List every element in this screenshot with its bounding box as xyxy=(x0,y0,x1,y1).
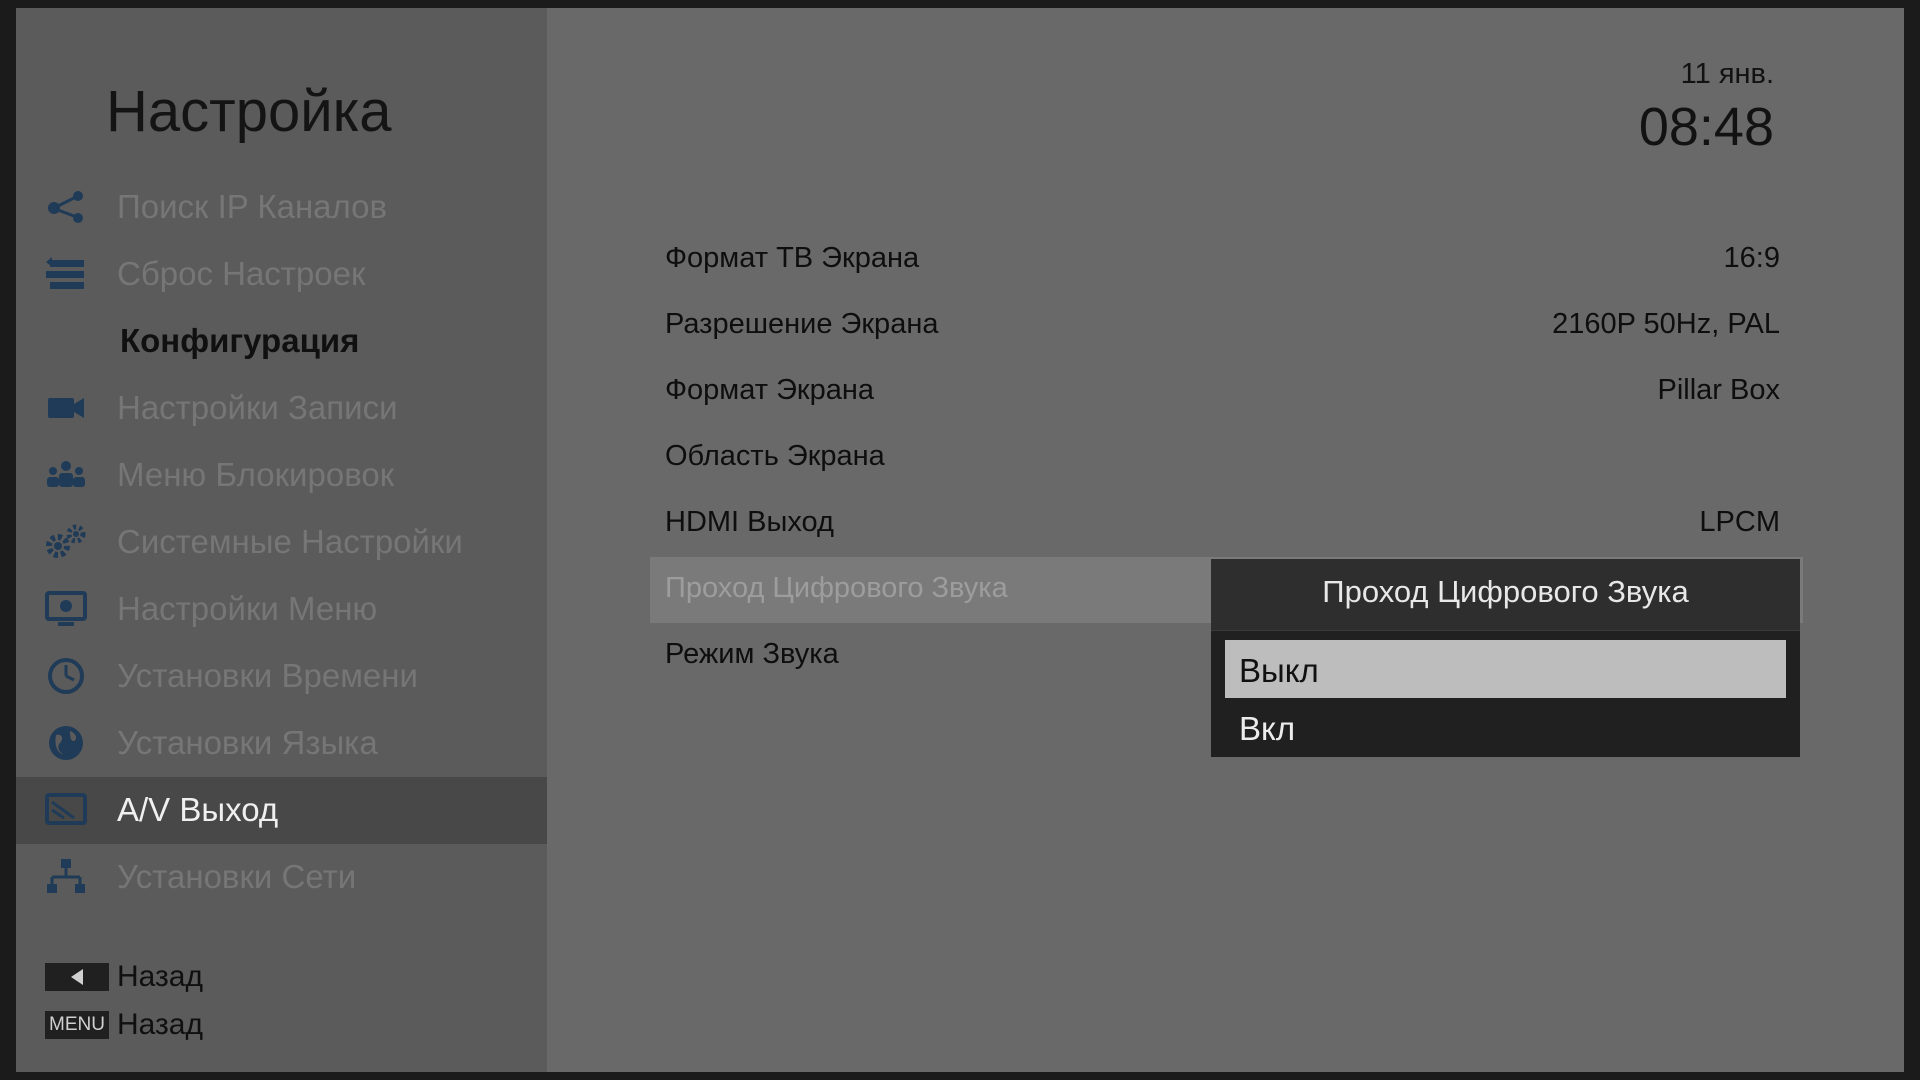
screen: Настройка Поиск IP Каналов Сброс Настрое… xyxy=(16,8,1904,1072)
menu-key: MENU xyxy=(45,1011,109,1039)
factory-reset-icon xyxy=(44,254,88,294)
video-camera-icon xyxy=(44,388,88,428)
sidebar-item-label: A/V Выход xyxy=(117,791,279,828)
sidebar-item-system-settings[interactable]: Системные Настройки xyxy=(16,509,547,576)
setting-label: Разрешение Экрана xyxy=(665,308,939,340)
setting-value: LPCM xyxy=(1699,506,1780,538)
parental-lock-icon xyxy=(44,455,88,495)
sidebar-item-av-output[interactable]: A/V Выход xyxy=(16,777,547,844)
sidebar-item-label: Поиск IP Каналов xyxy=(117,188,388,225)
sidebar: Настройка Поиск IP Каналов Сброс Настрое… xyxy=(16,8,547,1072)
sidebar-item-label: Меню Блокировок xyxy=(117,456,395,493)
popup-option-on[interactable]: Вкл xyxy=(1225,698,1786,756)
digital-audio-popup: Проход Цифрового Звука Выкл Вкл xyxy=(1211,559,1800,757)
setting-value: Pillar Box xyxy=(1657,374,1781,406)
sidebar-item-ip-search[interactable]: Поиск IP Каналов xyxy=(16,174,547,241)
ip-search-icon xyxy=(44,187,88,227)
setting-label: HDMI Выход xyxy=(665,506,834,538)
sidebar-item-time-settings[interactable]: Установки Времени xyxy=(16,643,547,710)
gears-icon xyxy=(44,522,88,562)
setting-screen-area[interactable]: Область Экрана xyxy=(650,425,1803,491)
left-arrow-icon xyxy=(71,969,83,985)
globe-icon xyxy=(44,723,88,763)
sidebar-item-label: Настройки Меню xyxy=(117,590,378,627)
sidebar-item-label: Сброс Настроек xyxy=(117,255,366,292)
sidebar-item-label: Установки Языка xyxy=(117,724,378,761)
time: 08:48 xyxy=(1638,97,1774,157)
sidebar-section-label: Конфигурация xyxy=(120,322,360,359)
sidebar-item-label: Системные Настройки xyxy=(117,523,463,560)
setting-label: Область Экрана xyxy=(665,440,885,472)
sidebar-item-network-settings[interactable]: Установки Сети xyxy=(16,844,547,911)
date: 11 янв. xyxy=(1680,58,1774,90)
setting-tv-screen-format[interactable]: Формат ТВ Экрана 16:9 xyxy=(650,227,1803,293)
sidebar-item-label: Установки Сети xyxy=(117,858,357,895)
sidebar-item-recording[interactable]: Настройки Записи xyxy=(16,375,547,442)
setting-label: Формат Экрана xyxy=(665,374,875,406)
setting-label: Проход Цифрового Звука xyxy=(665,572,1008,604)
sidebar-item-label: Установки Времени xyxy=(117,657,418,694)
sidebar-item-label: Настройки Записи xyxy=(117,389,398,426)
menu-back-hint-label: Назад xyxy=(117,1008,203,1041)
popup-header: Проход Цифрового Звука xyxy=(1211,559,1800,631)
back-hint-label: Назад xyxy=(117,960,203,993)
sidebar-section-configuration: Конфигурация xyxy=(16,308,547,375)
sidebar-item-language-settings[interactable]: Установки Языка xyxy=(16,710,547,777)
setting-label: Режим Звука xyxy=(665,638,839,670)
sidebar-title: Настройка xyxy=(106,79,392,144)
popup-option-label: Выкл xyxy=(1239,652,1319,689)
setting-screen-format[interactable]: Формат Экрана Pillar Box xyxy=(650,359,1803,425)
setting-label: Формат ТВ Экрана xyxy=(665,242,920,274)
menu-monitor-icon xyxy=(44,589,88,629)
sidebar-item-parental-lock[interactable]: Меню Блокировок xyxy=(16,442,547,509)
popup-option-label: Вкл xyxy=(1239,710,1296,747)
setting-value: 16:9 xyxy=(1723,242,1780,274)
clock-icon xyxy=(44,656,88,696)
network-icon xyxy=(44,857,88,897)
setting-hdmi-output[interactable]: HDMI Выход LPCM xyxy=(650,491,1803,557)
setting-value: 2160P 50Hz, PAL xyxy=(1552,308,1780,340)
av-output-icon xyxy=(44,790,88,830)
sidebar-item-factory-reset[interactable]: Сброс Настроек xyxy=(16,241,547,308)
popup-option-off[interactable]: Выкл xyxy=(1225,640,1786,698)
popup-title: Проход Цифрового Звука xyxy=(1322,574,1689,609)
setting-screen-resolution[interactable]: Разрешение Экрана 2160P 50Hz, PAL xyxy=(650,293,1803,359)
left-arrow-key xyxy=(45,963,109,991)
sidebar-item-menu-settings[interactable]: Настройки Меню xyxy=(16,576,547,643)
